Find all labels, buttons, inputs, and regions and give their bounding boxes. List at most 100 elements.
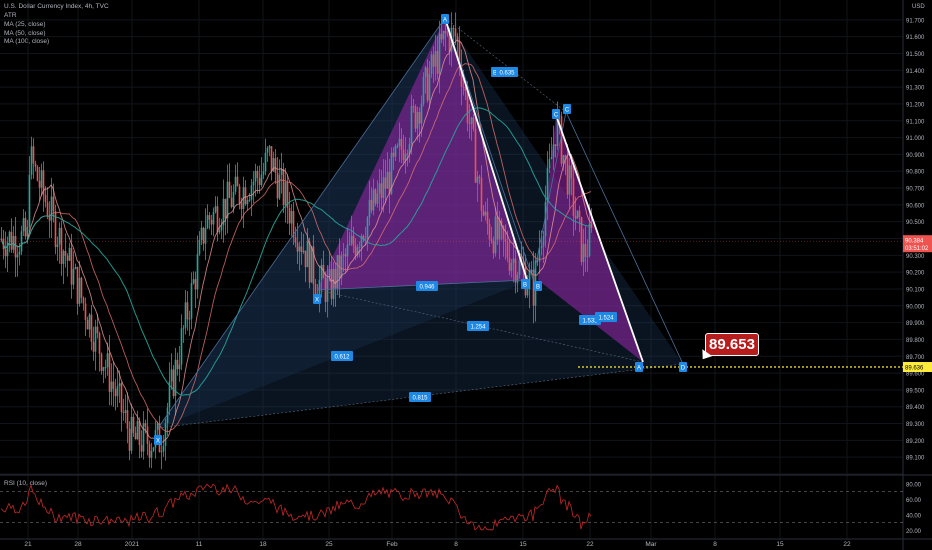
candle bbox=[134, 432, 137, 440]
ratio-label: 0.612 bbox=[334, 354, 350, 360]
candle bbox=[394, 145, 397, 157]
y-tick-label: 91.300 bbox=[906, 86, 925, 92]
candle bbox=[366, 217, 369, 239]
candle bbox=[440, 33, 443, 40]
y-tick-label: 90.600 bbox=[906, 203, 925, 209]
candle bbox=[38, 180, 41, 188]
candle bbox=[164, 423, 167, 446]
candle bbox=[184, 302, 187, 328]
candle bbox=[214, 206, 217, 212]
y-tick-label: 90.500 bbox=[906, 220, 925, 226]
candle bbox=[572, 178, 575, 216]
y-tick-label: 89.900 bbox=[906, 321, 925, 327]
candle bbox=[444, 31, 447, 34]
candle bbox=[104, 367, 107, 369]
candle bbox=[70, 248, 73, 285]
candle bbox=[336, 255, 339, 289]
candle bbox=[18, 251, 21, 255]
y-tick-label: 89.100 bbox=[906, 456, 925, 462]
candle bbox=[288, 207, 291, 224]
candle bbox=[568, 165, 571, 195]
candle bbox=[102, 367, 105, 371]
price-chart[interactable]: USD 91.700 91.600 91.500 91.400 91.300 91.200 9… bbox=[0, 0, 932, 550]
candle bbox=[118, 383, 121, 387]
candle bbox=[364, 238, 367, 240]
candle bbox=[28, 174, 31, 228]
y-tick-label: 90.000 bbox=[906, 304, 925, 310]
ratio-label: 0.815 bbox=[412, 395, 428, 401]
candle bbox=[548, 159, 551, 169]
y-tick-label: 89.400 bbox=[906, 405, 925, 411]
candle bbox=[212, 211, 215, 225]
candle bbox=[32, 146, 35, 164]
candle bbox=[10, 231, 13, 250]
candle bbox=[490, 239, 493, 241]
candle bbox=[240, 202, 243, 209]
candle bbox=[80, 277, 83, 298]
x-tick-label: 21 bbox=[24, 541, 32, 548]
candle bbox=[180, 328, 183, 365]
candle bbox=[96, 326, 99, 334]
candle bbox=[72, 268, 75, 285]
y-tick-label: 89.700 bbox=[906, 355, 925, 361]
candle bbox=[30, 146, 33, 175]
candle bbox=[332, 268, 335, 299]
candle bbox=[424, 67, 427, 77]
candle bbox=[564, 155, 567, 158]
candle bbox=[508, 257, 511, 271]
candle bbox=[148, 443, 151, 458]
ratio-label: 0.946 bbox=[419, 284, 435, 290]
candle bbox=[200, 227, 203, 241]
candle bbox=[314, 284, 317, 294]
candle bbox=[124, 410, 127, 413]
y-tick-label: 91.500 bbox=[906, 52, 925, 58]
candle bbox=[434, 50, 437, 67]
rsi-tick-label: 80.00 bbox=[906, 482, 922, 488]
y-tick-label: 91.600 bbox=[906, 35, 925, 41]
candle bbox=[350, 235, 353, 244]
point-x-label: X bbox=[156, 439, 160, 445]
candle bbox=[94, 326, 97, 352]
candle bbox=[238, 186, 241, 203]
candle bbox=[16, 254, 19, 258]
candle bbox=[156, 423, 159, 431]
candle bbox=[34, 163, 37, 167]
candle bbox=[112, 381, 115, 389]
candle bbox=[472, 117, 475, 130]
candle bbox=[334, 268, 337, 289]
candle bbox=[290, 211, 293, 224]
candle bbox=[566, 157, 569, 195]
x-tick-label: Feb bbox=[386, 541, 398, 548]
candle bbox=[540, 245, 543, 249]
candle bbox=[130, 416, 133, 451]
y-tick-label: 89.300 bbox=[906, 422, 925, 428]
candle bbox=[142, 423, 145, 452]
candle bbox=[354, 245, 357, 256]
candle bbox=[430, 54, 433, 74]
candle bbox=[282, 168, 285, 206]
rsi-line bbox=[0, 483, 592, 531]
point-c2-label: C bbox=[565, 108, 570, 114]
x-tick-label: 15 bbox=[776, 541, 784, 548]
candle bbox=[106, 353, 109, 368]
ratio-label: 0.635 bbox=[499, 70, 515, 76]
candle bbox=[12, 235, 15, 250]
candle bbox=[206, 215, 209, 229]
candle bbox=[114, 388, 117, 397]
candle bbox=[236, 176, 239, 187]
y-tick-label: 90.200 bbox=[906, 271, 925, 277]
candle bbox=[224, 198, 227, 219]
candle bbox=[68, 248, 71, 261]
candle bbox=[386, 171, 389, 189]
rsi-tick-label: 40.00 bbox=[906, 513, 922, 519]
candle bbox=[514, 258, 517, 283]
candle bbox=[14, 235, 17, 258]
candle bbox=[178, 364, 181, 370]
candle bbox=[374, 189, 377, 204]
candle bbox=[412, 106, 415, 108]
candle bbox=[194, 279, 197, 290]
x-tick-label: 25 bbox=[325, 541, 333, 548]
candle bbox=[578, 210, 581, 218]
candle bbox=[276, 172, 279, 199]
candle bbox=[468, 123, 471, 125]
